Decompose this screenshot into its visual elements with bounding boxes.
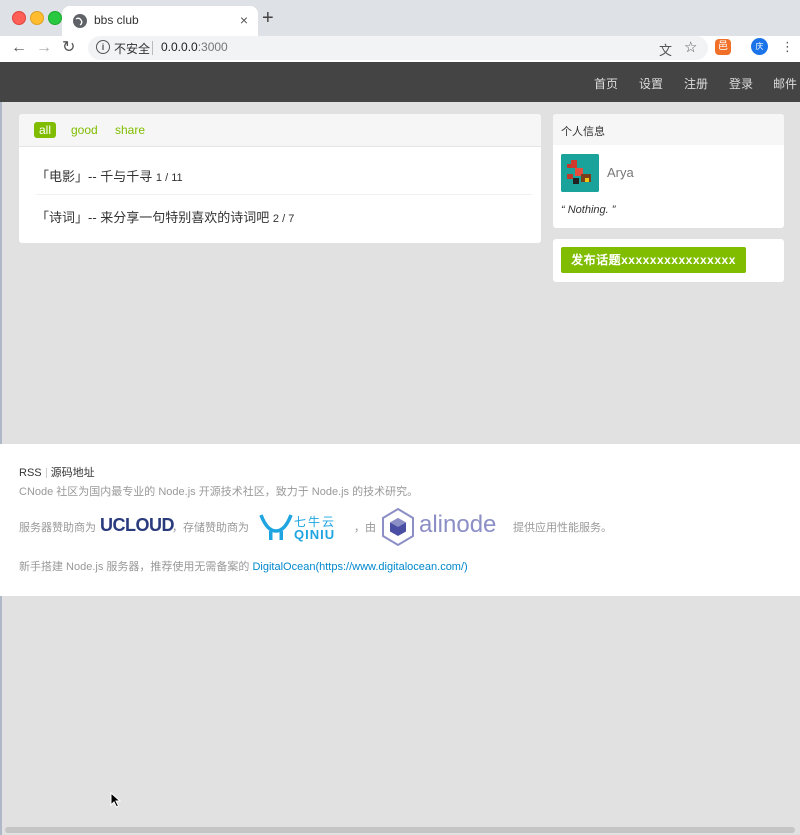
- user-info-panel: 个人信息 Arya “ Nothing. ”: [553, 114, 784, 228]
- user-info-title: 个人信息: [561, 126, 605, 138]
- tab-title: bbs club: [94, 13, 139, 27]
- perf-suffix: 提供应用性能服务。: [513, 522, 612, 534]
- topic-title[interactable]: 「诗词」-- 来分享一句特别喜欢的诗词吧: [36, 210, 269, 225]
- nav-login[interactable]: 登录: [729, 75, 753, 92]
- nav-settings[interactable]: 设置: [639, 75, 663, 92]
- footer-link-divider: [45, 468, 47, 479]
- topic-title[interactable]: 「电影」-- 千与千寻: [36, 169, 152, 184]
- topic-count: 1 / 11: [155, 172, 183, 184]
- info-icon[interactable]: i: [96, 40, 110, 54]
- alinode-icon[interactable]: [381, 507, 415, 547]
- url-text: 0.0.0.0:3000: [161, 40, 228, 54]
- avatar[interactable]: [561, 154, 599, 192]
- browser-tab[interactable]: bbs club ×: [62, 6, 258, 36]
- rss-link[interactable]: RSS: [19, 467, 42, 479]
- user-info-header: 个人信息: [553, 114, 784, 145]
- back-button[interactable]: ←: [11, 38, 27, 58]
- sponsor-line: 服务器赞助商为 UCLOUD ，存储赞助商为 七牛云 QINIU ，由 alin…: [19, 507, 779, 547]
- ucloud-logo[interactable]: UCLOUD: [100, 515, 175, 536]
- site-navbar: 首页 设置 注册 登录 邮件: [0, 62, 800, 102]
- user-name[interactable]: Arya: [607, 165, 634, 180]
- new-tab-button[interactable]: +: [262, 6, 274, 30]
- post-topic-button[interactable]: 发布话题xxxxxxxxxxxxxxxx: [561, 247, 746, 273]
- close-window-button[interactable]: [12, 11, 26, 25]
- alinode-logo[interactable]: alinode: [419, 511, 496, 539]
- row-divider: [36, 194, 532, 195]
- qiniu-icon[interactable]: [259, 511, 293, 543]
- digitalocean-link[interactable]: DigitalOcean(https://www.digitalocean.co…: [252, 561, 467, 573]
- nav-mail[interactable]: 邮件: [773, 75, 797, 92]
- tab-all[interactable]: all: [34, 122, 57, 138]
- reload-button[interactable]: ↻: [62, 38, 75, 58]
- url-port: :3000: [197, 40, 228, 54]
- by-text: ，由: [354, 522, 376, 534]
- browser-toolbar: ← → ↻ i 不安全 0.0.0.0:3000 文 ☆ 邑 庆 ⋮: [0, 36, 800, 62]
- digitalocean-line: 新手搭建 Node.js 服务器，推荐使用无需备案的 DigitalOcean(…: [19, 558, 468, 574]
- footer-links: RSS 源码地址: [19, 464, 95, 480]
- tab-share[interactable]: share: [115, 122, 145, 138]
- minimize-window-button[interactable]: [30, 11, 44, 25]
- address-bar[interactable]: i 不安全 0.0.0.0:3000 文 ☆: [88, 36, 708, 60]
- mouse-cursor-icon: [110, 792, 122, 808]
- forward-button[interactable]: →: [36, 38, 52, 58]
- topic-count: 2 / 7: [272, 213, 295, 225]
- user-signature: “ Nothing. ”: [561, 204, 616, 216]
- star-icon[interactable]: ☆: [684, 38, 697, 56]
- qiniu-logo-en[interactable]: QINIU: [294, 527, 335, 542]
- footer-description: CNode 社区为国内最专业的 Node.js 开源技术社区，致力于 Node.…: [19, 486, 419, 498]
- site-footer: RSS 源码地址 CNode 社区为国内最专业的 Node.js 开源技术社区，致…: [0, 444, 800, 596]
- topic-row[interactable]: 「电影」-- 千与千寻 1 / 11: [36, 166, 183, 185]
- horizontal-scrollbar[interactable]: [5, 827, 795, 833]
- omnibox-divider: [152, 41, 153, 55]
- security-label: 不安全: [114, 42, 151, 56]
- ocean-prefix: 新手搭建 Node.js 服务器，推荐使用无需备案的: [19, 561, 250, 573]
- tab-close-icon[interactable]: ×: [240, 12, 248, 28]
- extension-icon[interactable]: 邑: [715, 39, 731, 55]
- nav-home[interactable]: 首页: [594, 75, 618, 92]
- sponsor-prefix: 服务器赞助商为: [19, 522, 96, 534]
- menu-icon[interactable]: ⋮: [781, 39, 794, 55]
- post-panel: 发布话题xxxxxxxxxxxxxxxx: [553, 239, 784, 282]
- topic-tabs: all good share: [19, 114, 541, 147]
- url-host: 0.0.0.0: [161, 40, 198, 54]
- topic-row[interactable]: 「诗词」-- 来分享一句特别喜欢的诗词吧 2 / 7: [36, 207, 294, 226]
- translate-icon[interactable]: 文: [659, 40, 672, 59]
- browser-tabstrip: bbs club × +: [0, 0, 800, 36]
- maximize-window-button[interactable]: [48, 11, 62, 25]
- topic-list-panel: all good share 「电影」-- 千与千寻 1 / 11 「诗词」--…: [19, 114, 541, 243]
- globe-icon: [73, 14, 87, 28]
- profile-avatar[interactable]: 庆: [751, 38, 768, 55]
- tab-good[interactable]: good: [71, 122, 98, 138]
- source-link[interactable]: 源码地址: [51, 467, 95, 479]
- storage-prefix: ，存储赞助商为: [172, 522, 249, 534]
- nav-register[interactable]: 注册: [684, 75, 708, 92]
